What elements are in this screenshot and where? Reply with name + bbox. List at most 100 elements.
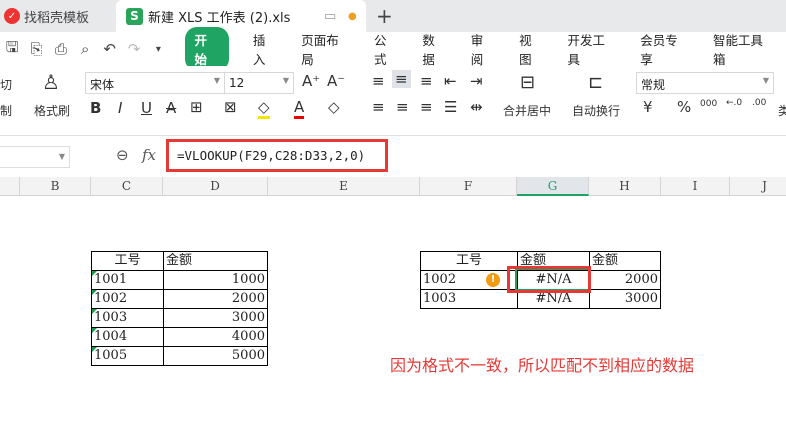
- tab-label: 找稻壳模板: [24, 10, 90, 26]
- align-right-icon[interactable]: ≡: [420, 98, 433, 116]
- table-cell[interactable]: 1002: [91, 289, 164, 309]
- zoom-icon[interactable]: ⊖: [116, 146, 129, 164]
- chevron-down-icon[interactable]: ▾: [146, 44, 170, 55]
- header-cell[interactable]: 金额: [163, 251, 268, 271]
- thousands-button[interactable]: 000: [700, 99, 717, 109]
- redo-icon[interactable]: ↷: [122, 40, 146, 58]
- strikethrough-icon[interactable]: A: [166, 99, 176, 117]
- ribbon: 剪切 复制 ♙ 格式刷 宋体▼ 12▼ A⁺ A⁻ B I U A ⊞ ⊠ ◇ …: [0, 66, 786, 136]
- print-icon[interactable]: ⎙: [49, 40, 73, 58]
- align-center-icon[interactable]: ≡: [396, 98, 409, 116]
- number-format-value: 常规: [641, 78, 666, 92]
- tab-workbook[interactable]: S 新建 XLS 工作表 (2).xls ▭ ●: [116, 0, 366, 32]
- table-cell[interactable]: 3000: [163, 308, 268, 328]
- menu-bar: 🖫 ⎘ ⎙ ⌕ ↶ ↷ ▾ 开始 插入 页面布局 公式 数据 审阅 视图 开发工…: [0, 27, 786, 71]
- wrap-text-button[interactable]: 自动换行: [572, 102, 620, 119]
- currency-button[interactable]: ¥: [643, 98, 653, 116]
- outdent-icon[interactable]: ⇤: [444, 72, 457, 90]
- font-color-icon[interactable]: A: [294, 98, 305, 119]
- tab-label: 新建 XLS 工作表 (2).xls: [148, 10, 291, 26]
- formula-input[interactable]: =VLOOKUP(F29,C28:D33,2,0): [166, 139, 388, 172]
- table-cell[interactable]: 2000: [589, 270, 661, 290]
- header-cell[interactable]: 工号: [91, 251, 164, 271]
- merge-icon: ⊟: [520, 72, 536, 93]
- fx-icon[interactable]: fx: [142, 146, 156, 164]
- menu-view[interactable]: 视图: [519, 30, 543, 68]
- clear-icon[interactable]: ◇: [328, 98, 340, 116]
- table-cell[interactable]: 3000: [589, 289, 661, 309]
- table-cell[interactable]: 1002: [420, 270, 518, 290]
- menu-toolbox[interactable]: 智能工具箱: [713, 30, 774, 68]
- spreadsheet-icon: S: [126, 7, 143, 25]
- menu-formula[interactable]: 公式: [374, 30, 398, 68]
- column-header-e[interactable]: E: [268, 177, 420, 196]
- menu-member[interactable]: 会员专享: [640, 30, 689, 68]
- increase-decimal-icon[interactable]: ←.0: [726, 98, 742, 108]
- cut-button[interactable]: 剪切: [0, 76, 12, 93]
- distribute-icon[interactable]: ⇹: [470, 98, 483, 116]
- table-cell[interactable]: 1003: [420, 289, 518, 309]
- column-header-i[interactable]: I: [661, 177, 730, 196]
- underline-icon[interactable]: U: [141, 99, 152, 117]
- table-cell[interactable]: 4000: [163, 327, 268, 347]
- table-cell[interactable]: 1001: [91, 270, 164, 290]
- annotation-note: 因为格式不一致，所以匹配不到相应的数据: [390, 356, 695, 375]
- type-convert-button[interactable]: 类: [778, 102, 786, 119]
- column-header-f[interactable]: F: [420, 177, 517, 196]
- docer-logo-icon: ✓: [4, 8, 20, 24]
- column-header-h[interactable]: H: [589, 177, 661, 196]
- table-cell[interactable]: 2000: [163, 289, 268, 309]
- column-header-b[interactable]: B: [20, 177, 91, 196]
- menu-developer[interactable]: 开发工具: [568, 30, 617, 68]
- save-icon[interactable]: 🖫: [0, 37, 24, 62]
- header-cell[interactable]: 金额: [589, 251, 661, 271]
- number-format-select[interactable]: 常规 ▼: [636, 72, 774, 94]
- print-preview-icon[interactable]: ⌕: [73, 40, 97, 58]
- bold-icon[interactable]: B: [90, 99, 101, 117]
- border-icon[interactable]: ⊞: [190, 98, 203, 116]
- italic-icon[interactable]: I: [118, 99, 122, 117]
- tab-template[interactable]: ✓ 找稻壳模板: [0, 0, 116, 32]
- table-cell[interactable]: 1005: [91, 346, 164, 366]
- align-bottom-icon[interactable]: ≡: [420, 72, 433, 90]
- name-box[interactable]: ▼: [0, 146, 70, 168]
- header-cell[interactable]: 工号: [420, 251, 518, 271]
- table-cell[interactable]: 1000: [163, 270, 268, 290]
- undo-icon[interactable]: ↶: [97, 40, 121, 58]
- export-icon[interactable]: ⎘: [24, 40, 48, 58]
- menu-page-layout[interactable]: 页面布局: [301, 30, 350, 68]
- column-header-g[interactable]: G: [517, 177, 589, 196]
- menu-data[interactable]: 数据: [422, 30, 446, 68]
- error-warning-icon[interactable]: !: [486, 273, 500, 287]
- align-left-icon[interactable]: ≡: [372, 98, 385, 116]
- new-tab-button[interactable]: +: [376, 0, 393, 32]
- menu-review[interactable]: 审阅: [471, 30, 495, 68]
- table-cell[interactable]: 5000: [163, 346, 268, 366]
- menu-start[interactable]: 开始: [184, 27, 229, 71]
- format-painter-icon: ♙: [42, 70, 60, 94]
- indent-icon[interactable]: ⇥: [470, 72, 483, 90]
- font-family-select[interactable]: 宋体 ▼: [85, 72, 225, 94]
- monitor-icon[interactable]: ▭: [324, 9, 336, 24]
- format-painter-button[interactable]: 格式刷: [34, 102, 70, 119]
- justify-icon[interactable]: ☰: [444, 98, 457, 116]
- increase-font-icon[interactable]: A⁺: [302, 72, 320, 90]
- column-header-j[interactable]: J: [730, 177, 786, 196]
- align-top-icon[interactable]: ≡: [372, 72, 385, 90]
- cell-style-icon[interactable]: ⊠: [224, 98, 237, 116]
- column-header-d[interactable]: D: [163, 177, 268, 196]
- column-header-c[interactable]: C: [91, 177, 163, 196]
- percent-button[interactable]: %: [677, 98, 691, 116]
- font-size-select[interactable]: 12 ▼: [224, 72, 294, 94]
- merge-center-button[interactable]: 合并居中: [503, 102, 551, 119]
- decrease-font-icon[interactable]: A⁻: [327, 72, 345, 90]
- column-header[interactable]: [0, 177, 20, 196]
- menu-insert[interactable]: 插入: [253, 30, 277, 68]
- fill-color-icon[interactable]: ◇: [258, 98, 270, 119]
- copy-button[interactable]: 复制: [0, 102, 12, 119]
- table-cell[interactable]: 1004: [91, 327, 164, 347]
- highlight-box: [507, 266, 591, 293]
- decrease-decimal-icon[interactable]: .00: [752, 98, 766, 108]
- table-cell[interactable]: 1003: [91, 308, 164, 328]
- align-middle-icon[interactable]: ≡: [392, 70, 411, 88]
